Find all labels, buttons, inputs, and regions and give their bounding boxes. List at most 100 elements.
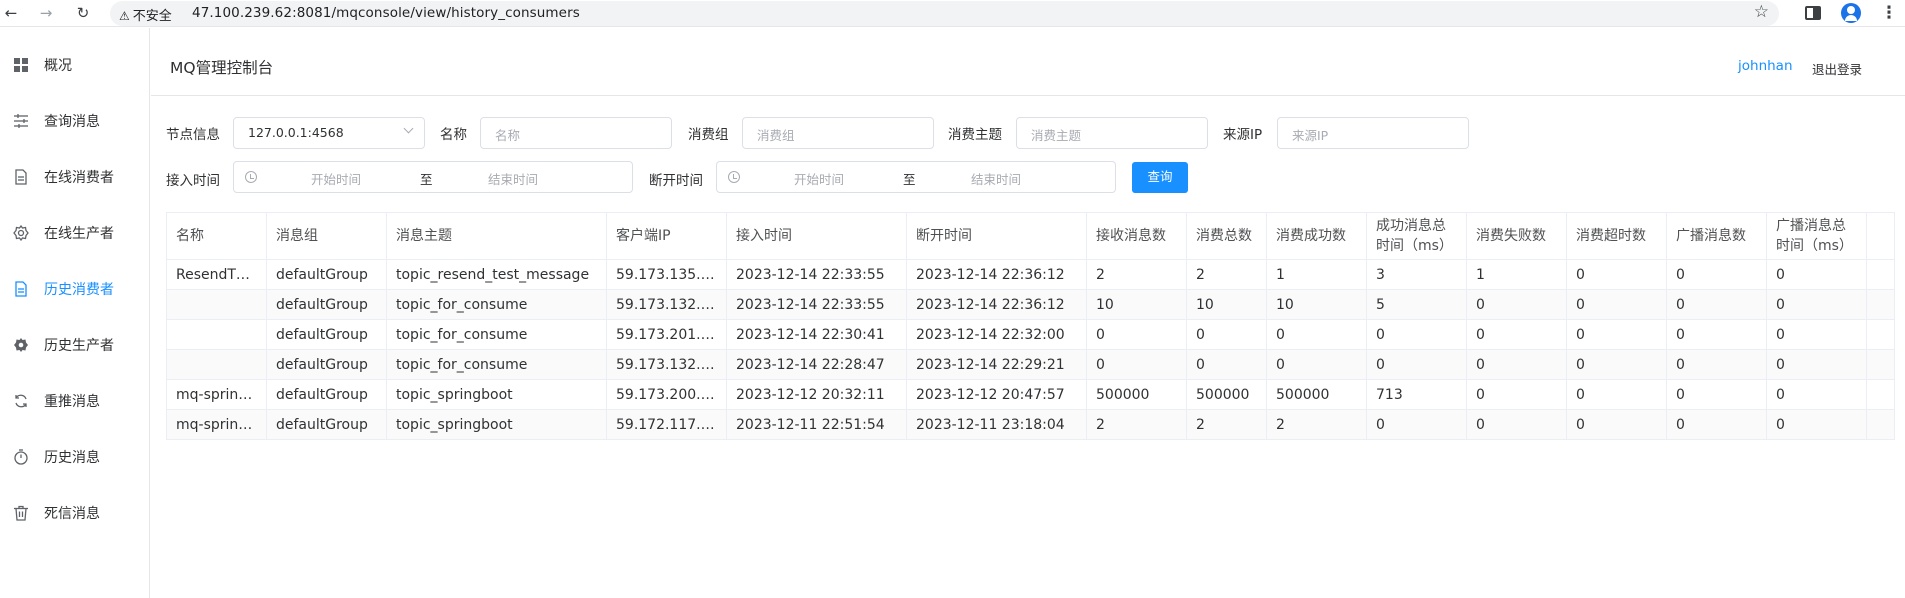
sidebar-item-online-consumers[interactable]: 在线消费者 [0, 157, 149, 197]
table-cell: 0 [1186, 319, 1267, 350]
table-cell: 2023-12-14 22:33:55 [726, 289, 907, 320]
col-header-failed: 消费失败数 [1466, 212, 1567, 260]
sidebar-item-label: 死信消息 [44, 506, 100, 522]
table-row: defaultGroup topic_for_consume 59.173.132.… [166, 349, 1895, 380]
table-cell: 0 [1566, 289, 1667, 320]
table-cell: 0 [1666, 289, 1767, 320]
table-cell: topic_resend_test_message [386, 259, 607, 290]
source-ip-placeholder: 来源IP [1292, 128, 1329, 143]
table-cell: 2 [1086, 259, 1187, 290]
disconnect-start-placeholder[interactable]: 开始时间 [794, 169, 844, 188]
sidebar-item-query-message[interactable]: 查询消息 [0, 101, 149, 141]
back-arrow-icon[interactable]: ← [0, 2, 22, 24]
bookmark-star-icon[interactable]: ☆ [1754, 2, 1769, 22]
table-cell: 0 [1366, 349, 1467, 380]
table-cell: 0 [1466, 409, 1567, 440]
sidebar-item-online-producers[interactable]: 在线生产者 [0, 213, 149, 253]
sidebar-item-label: 在线消费者 [44, 170, 114, 186]
gear-outline-icon [13, 225, 29, 241]
table-cell: defaultGroup [266, 259, 387, 290]
page-title: MQ管理控制台 [170, 59, 274, 77]
warning-triangle-icon: ⚠ [119, 9, 130, 23]
table-cell: 59.173.132.40 [606, 349, 727, 380]
dashboard-grid-icon [14, 58, 28, 72]
query-button[interactable]: 查询 [1132, 162, 1188, 193]
table-cell: 0 [1566, 349, 1667, 380]
trash-icon [14, 505, 28, 521]
sidebar-item-history-producers[interactable]: 历史生产者 [0, 325, 149, 365]
table-cell: 0 [1266, 349, 1367, 380]
url-text[interactable]: 47.100.239.62:8081/mqconsole/view/histor… [192, 5, 580, 21]
sidebar-item-republish-messages[interactable]: 重推消息 [0, 381, 149, 421]
name-input[interactable]: 名称 [480, 117, 672, 149]
logout-button[interactable]: 退出登录 [1812, 59, 1862, 78]
table-cell: 1 [1266, 259, 1367, 290]
table-cell: 0 [1186, 349, 1267, 380]
group-input[interactable]: 消费组 [742, 117, 934, 149]
table-gutter-cell [1866, 319, 1895, 350]
connect-time-range[interactable]: 开始时间 至 结束时间 [233, 161, 633, 193]
table-cell: 2023-12-12 20:47:57 [906, 379, 1087, 410]
forward-arrow-icon[interactable]: → [35, 2, 57, 24]
table-cell: 0 [1366, 319, 1467, 350]
address-bar[interactable]: ⚠ 不安全 47.100.239.62:8081/mqconsole/view/h… [110, 1, 1779, 26]
table-cell: 0 [1466, 349, 1567, 380]
table-cell: 2023-12-14 22:36:12 [906, 289, 1087, 320]
range-separator: 至 [420, 172, 433, 187]
table-cell [166, 349, 267, 380]
connect-end-placeholder[interactable]: 结束时间 [488, 169, 538, 188]
col-header-consumed-total: 消费总数 [1186, 212, 1267, 260]
table-cell: topic_springboot [386, 379, 607, 410]
reload-icon[interactable]: ↻ [72, 2, 94, 24]
table-row: mq-sprin… defaultGroup topic_springboot 59.… [166, 379, 1895, 410]
table-cell: 0 [1666, 409, 1767, 440]
table-gutter-cell [1866, 289, 1895, 320]
connect-start-placeholder[interactable]: 开始时间 [311, 169, 361, 188]
profile-avatar-icon[interactable] [1841, 3, 1861, 23]
sidebar-item-label: 概况 [44, 58, 72, 74]
table-cell: 2023-12-14 22:28:47 [726, 349, 907, 380]
table-cell: mq-sprin… [166, 409, 267, 440]
side-panel-icon[interactable] [1805, 6, 1821, 20]
col-header-group: 消息组 [266, 212, 387, 260]
clock-icon [728, 171, 740, 183]
col-header-topic: 消息主题 [386, 212, 607, 260]
disconnect-time-range[interactable]: 开始时间 至 结束时间 [716, 161, 1116, 193]
sidebar-item-dead-letter[interactable]: 死信消息 [0, 493, 149, 533]
security-indicator[interactable]: ⚠ 不安全 [119, 5, 172, 24]
sidebar-item-history-consumers[interactable]: 历史消费者 [0, 269, 149, 309]
table-cell: 10 [1186, 289, 1267, 320]
table-cell: 2 [1266, 409, 1367, 440]
sidebar-item-label: 历史消息 [44, 450, 100, 466]
table-cell: 0 [1566, 319, 1667, 350]
disconnect-time-label: 断开时间 [649, 173, 703, 189]
table-cell [166, 289, 267, 320]
table-cell: 59.173.135.76 [606, 259, 727, 290]
topic-input-placeholder: 消费主题 [1031, 128, 1082, 143]
sidebar-item-history-messages[interactable]: 历史消息 [0, 437, 149, 477]
table-cell: 500000 [1086, 379, 1187, 410]
table-cell: 2023-12-14 22:30:41 [726, 319, 907, 350]
node-select[interactable]: 127.0.0.1:4568 [233, 117, 425, 149]
col-header-received: 接收消息数 [1086, 212, 1187, 260]
table-header-row: 名称 消息组 消息主题 客户端IP 接入时间 断开时间 接收消息数 消费总数 消… [166, 212, 1895, 260]
source-ip-input[interactable]: 来源IP [1277, 117, 1469, 149]
table-gutter-cell [1866, 349, 1895, 380]
username-link[interactable]: johnhan [1738, 58, 1793, 74]
sidebar-item-overview[interactable]: 概况 [0, 45, 149, 85]
stopwatch-icon [14, 449, 28, 465]
browser-toolbar: ← → ↻ ⚠ 不安全 47.100.239.62:8081/mqconsole/… [0, 0, 1905, 27]
table-cell: defaultGroup [266, 319, 387, 350]
table-cell: 0 [1366, 409, 1467, 440]
table-cell: 2023-12-14 22:36:12 [906, 259, 1087, 290]
topic-input[interactable]: 消费主题 [1016, 117, 1208, 149]
range-separator: 至 [903, 172, 916, 187]
table-cell: 0 [1566, 379, 1667, 410]
name-input-placeholder: 名称 [495, 128, 521, 143]
col-header-client-ip: 客户端IP [606, 212, 727, 260]
disconnect-end-placeholder[interactable]: 结束时间 [971, 169, 1021, 188]
more-menu-icon[interactable]: ⋮ [1879, 3, 1899, 23]
table-cell: 2023-12-12 20:32:11 [726, 379, 907, 410]
table-cell: 0 [1766, 289, 1867, 320]
table-cell: 0 [1766, 349, 1867, 380]
